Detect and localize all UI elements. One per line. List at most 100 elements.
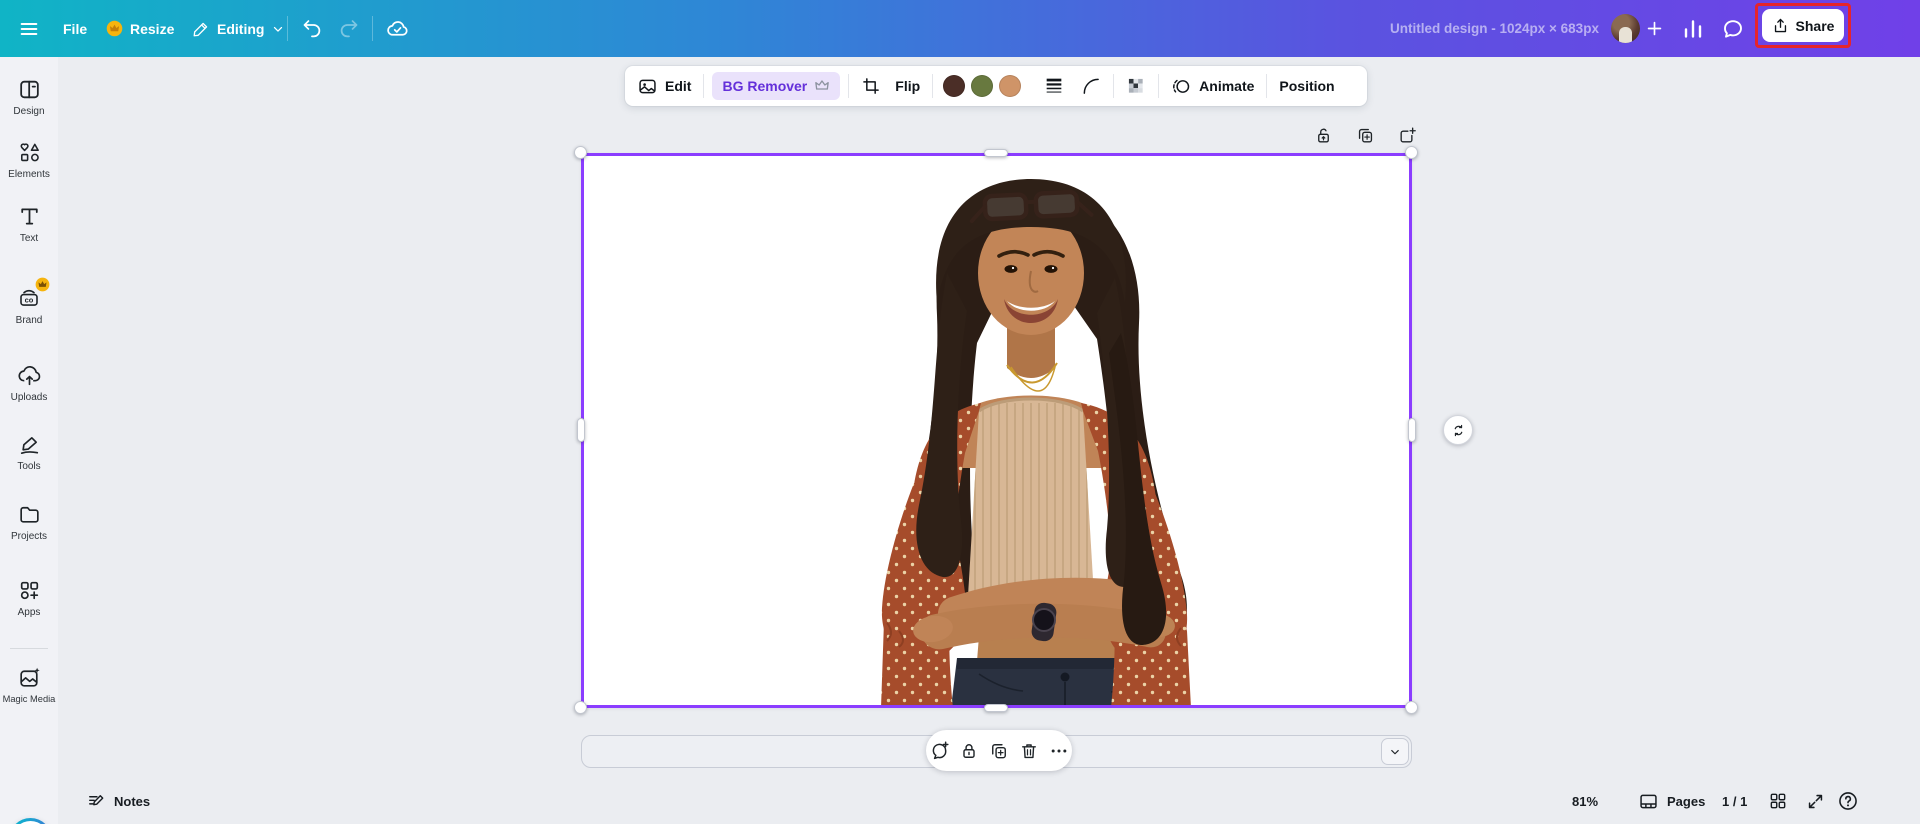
notes-button[interactable]: Notes [87, 778, 150, 824]
sidebar-item-label: Projects [10, 531, 48, 542]
sidebar-item-tools[interactable]: Tools [0, 432, 58, 472]
collapse-toolbar-button[interactable] [1381, 738, 1409, 765]
sidebar-item-label: Uploads [10, 392, 48, 403]
sidebar-item-label: Design [13, 106, 45, 117]
rotate-handle[interactable] [1443, 415, 1473, 445]
text-icon [20, 208, 38, 225]
crop-icon [863, 78, 880, 94]
avatar[interactable] [1611, 14, 1640, 43]
resize-button[interactable]: Resize [106, 0, 174, 57]
main-menu-button[interactable] [18, 0, 40, 57]
file-label: File [63, 20, 88, 37]
toolbar-divider [703, 74, 705, 98]
add-to-folder-button[interactable] [1394, 122, 1420, 148]
duplicate-plus-icon [1358, 128, 1372, 143]
sidebar-item-magic-media[interactable]: Magic Media [0, 665, 58, 704]
position-label: Position [1279, 78, 1335, 94]
flip-button[interactable]: Flip [893, 66, 932, 106]
element-quick-actions [1310, 122, 1420, 148]
insights-button[interactable] [1681, 0, 1705, 57]
pages-button[interactable]: Pages [1638, 778, 1705, 824]
position-button[interactable]: Position [1267, 66, 1346, 106]
sidebar-item-apps[interactable]: Apps [0, 578, 58, 618]
color-swatch-1[interactable] [943, 75, 966, 97]
fullscreen-button[interactable] [1806, 778, 1825, 824]
resize-label: Resize [130, 20, 175, 37]
uploads-icon [17, 366, 40, 386]
sidebar-item-design[interactable]: Design [0, 77, 58, 117]
zoom-percent-label: 81% [1572, 793, 1599, 809]
sidebar-item-brand[interactable]: co Brand [0, 277, 58, 326]
sidebar-item-elements[interactable]: Elements [0, 140, 58, 180]
sidebar-item-label: Apps [17, 607, 41, 618]
resize-handle-right[interactable] [1408, 418, 1416, 442]
sidebar-item-text[interactable]: Text [0, 204, 58, 244]
magic-media-icon [19, 667, 40, 687]
design-canvas-page[interactable] [581, 153, 1412, 708]
sidebar-item-projects[interactable]: Projects [0, 502, 58, 542]
unlock-icon [1317, 128, 1329, 143]
comments-button[interactable] [1721, 0, 1745, 57]
cloud-save-status[interactable] [386, 0, 409, 57]
page-indicator-label: 1 / 1 [1722, 793, 1748, 809]
header-bar: File Resize Editing Untitled design - 10… [0, 0, 1920, 57]
more-options-button[interactable] [1047, 739, 1071, 763]
bg-remover-label: BG Remover [722, 78, 808, 94]
lock-button[interactable] [957, 739, 981, 763]
resize-handle-bottom-right[interactable] [1405, 701, 1418, 714]
bg-remover-button[interactable]: BG Remover [712, 72, 841, 100]
grid-view-icon [1770, 793, 1786, 809]
undo-button[interactable] [301, 0, 322, 57]
color-swatch-2[interactable] [971, 75, 994, 97]
grid-view-button[interactable] [1768, 778, 1788, 824]
share-button[interactable]: Share [1762, 9, 1844, 42]
add-member-button[interactable] [1645, 0, 1664, 57]
animate-button[interactable]: Animate [1159, 66, 1266, 106]
resize-handle-bottom[interactable] [984, 704, 1008, 712]
expand-icon [1808, 794, 1823, 808]
resize-handle-left[interactable] [577, 418, 585, 442]
crop-button[interactable] [849, 66, 893, 106]
edit-photo-icon [639, 79, 656, 93]
apps-icon [20, 581, 38, 600]
animate-label: Animate [1199, 78, 1255, 94]
sidebar-rail: Design Elements Text co Brand Uploads To… [0, 57, 58, 824]
pages-label: Pages [1667, 793, 1706, 809]
corner-rounding-button[interactable] [1077, 66, 1113, 106]
sidebar-item-label: Brand [15, 315, 43, 326]
projects-folder-icon [19, 506, 39, 523]
add-comment-button[interactable] [927, 739, 951, 763]
zoom-percent[interactable]: 81% [1572, 778, 1598, 824]
resize-handle-top[interactable] [984, 149, 1008, 157]
rotate-icon [1454, 424, 1462, 436]
sidebar-item-label: Elements [8, 169, 50, 180]
lock-element-button[interactable] [1310, 122, 1336, 148]
canva-assistant-button[interactable] [9, 818, 52, 824]
elements-icon [20, 143, 39, 162]
cloud-check-icon [387, 21, 408, 36]
resize-handle-top-right[interactable] [1405, 146, 1418, 159]
flip-label: Flip [895, 78, 921, 94]
resize-handle-bottom-left[interactable] [574, 701, 587, 714]
help-button[interactable] [1837, 778, 1859, 824]
duplicate-button[interactable] [987, 739, 1011, 763]
duplicate-element-button[interactable] [1352, 122, 1378, 148]
lock-icon [963, 743, 975, 758]
plus-icon [1647, 21, 1662, 36]
redo-button[interactable] [339, 0, 360, 57]
pencil-icon [193, 22, 208, 36]
resize-handle-top-left[interactable] [574, 146, 587, 159]
file-menu-button[interactable]: File [63, 0, 87, 57]
editing-mode-dropdown[interactable]: Editing [192, 0, 285, 57]
canvas-image-woman[interactable] [581, 153, 1412, 708]
color-swatch-3[interactable] [999, 75, 1022, 97]
notes-label: Notes [114, 793, 151, 809]
transparency-button[interactable] [1114, 66, 1158, 106]
edit-image-button[interactable]: Edit [625, 66, 703, 106]
border-style-button[interactable] [1031, 66, 1077, 106]
sidebar-item-uploads[interactable]: Uploads [0, 363, 58, 403]
delete-button[interactable] [1017, 739, 1041, 763]
context-toolbar: Edit BG Remover Flip Animate Position [625, 66, 1367, 106]
design-title[interactable]: Untitled design - 1024px × 683px [1390, 0, 1599, 57]
canva-editor: File Resize Editing Untitled design - 10… [0, 0, 1920, 824]
